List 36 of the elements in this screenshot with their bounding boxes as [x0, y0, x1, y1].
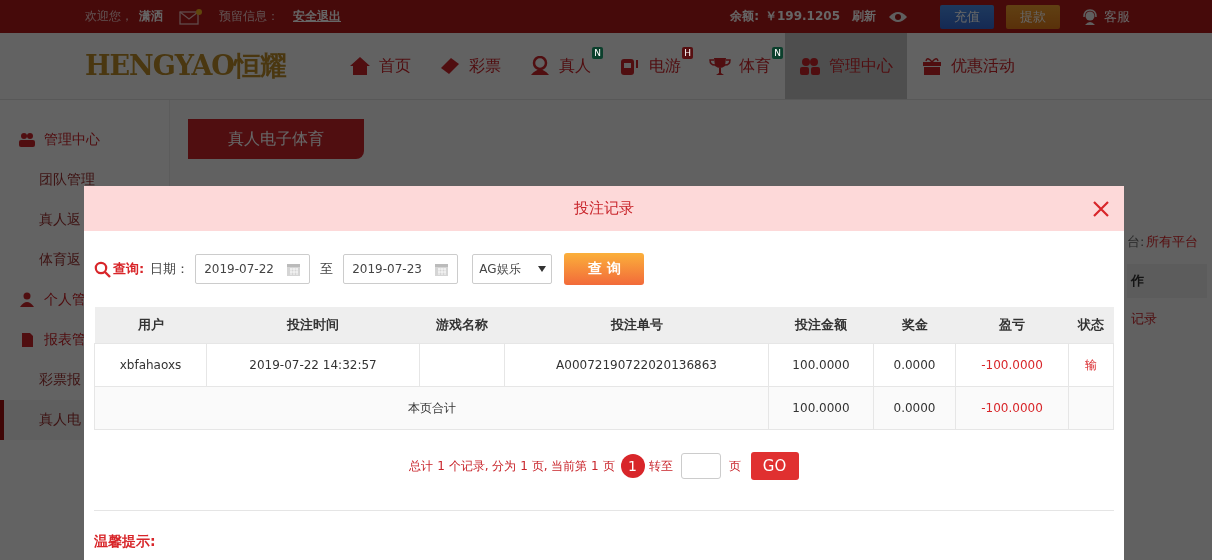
- table-cell: xbfahaoxs: [94, 343, 207, 387]
- goto-label: 转至: [648, 457, 673, 475]
- table-cell: 本页合计: [94, 386, 769, 430]
- pagination-summary: 总计 1 个记录, 分为 1 页, 当前第 1 页: [409, 457, 615, 475]
- reserved-info-label: 预留信息：: [219, 8, 279, 25]
- tips-heading: 温馨提示:: [94, 532, 157, 551]
- dialog-title: 投注记录: [574, 199, 634, 218]
- column-header: 状态: [1068, 307, 1114, 344]
- table-cell: 0.0000: [873, 343, 956, 387]
- table-cell: 100.0000: [768, 343, 874, 387]
- balance-label: 余额:: [730, 8, 759, 25]
- table-cell: 2019-07-22 14:32:57: [206, 343, 420, 387]
- username: 潇洒: [139, 8, 163, 25]
- platform-value: 所有平台: [1146, 233, 1199, 251]
- nav-badge: N: [772, 47, 783, 59]
- column-header: 盈亏: [955, 307, 1069, 344]
- table-header-cell: 作: [1127, 264, 1207, 298]
- balance-amount: ￥199.1205: [765, 8, 840, 25]
- page-unit-label: 页: [728, 457, 741, 475]
- date-label: 日期：: [150, 260, 190, 278]
- table-cell: 100.0000: [768, 386, 874, 430]
- to-label: 至: [320, 260, 334, 278]
- query-label: 查询:: [113, 260, 145, 278]
- table-cell: -100.0000: [955, 386, 1069, 430]
- table-cell: 输: [1068, 343, 1114, 387]
- column-header: 投注时间: [206, 307, 420, 344]
- column-header: 用户: [94, 307, 207, 344]
- table-cell: 0.0000: [873, 386, 956, 430]
- column-header: 游戏名称: [419, 307, 505, 344]
- column-header: 奖金: [873, 307, 956, 344]
- column-header: 投注单号: [504, 307, 769, 344]
- column-header: 投注金额: [768, 307, 874, 344]
- table-cell: -100.0000: [955, 343, 1069, 387]
- table-cell: A00072190722020136863: [504, 343, 769, 387]
- nav-badge: H: [682, 47, 693, 59]
- nav-badge: N: [592, 47, 603, 59]
